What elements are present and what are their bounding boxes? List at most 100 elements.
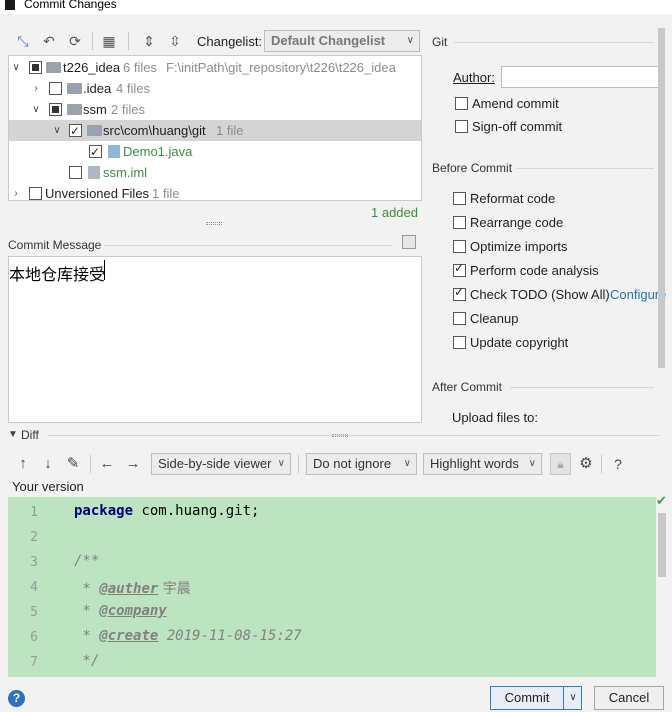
- rearrange-code-checkbox[interactable]: [453, 216, 466, 229]
- undo-icon[interactable]: ↶: [40, 32, 58, 50]
- prev-diff-icon[interactable]: ↑: [14, 455, 32, 473]
- checkbox[interactable]: [49, 103, 62, 116]
- tree-row[interactable]: ∨ ssm 2 files: [9, 99, 421, 120]
- next-diff-icon[interactable]: ↓: [39, 455, 57, 473]
- checkbox[interactable]: [89, 142, 102, 163]
- checkbox[interactable]: [29, 187, 42, 200]
- tree-row[interactable]: ∨ t226_idea 6 files F:\initPath\git_repo…: [9, 57, 421, 78]
- expand-all-icon[interactable]: ⇕: [140, 32, 158, 50]
- toolbar-separator: [92, 32, 93, 50]
- code-analysis-checkbox[interactable]: [453, 261, 466, 277]
- editor-scrollbar[interactable]: [658, 513, 666, 577]
- divider: [104, 245, 392, 246]
- code-line: * @create 2019-11-08-15:27: [74, 628, 302, 644]
- forward-arrow-icon[interactable]: →: [124, 455, 142, 473]
- checkbox[interactable]: [29, 61, 42, 74]
- code-line: package com.huang.git;: [74, 503, 259, 519]
- group-icon[interactable]: ▦: [100, 32, 118, 50]
- back-arrow-icon[interactable]: ←: [98, 455, 116, 473]
- chevron-right-icon[interactable]: ›: [11, 183, 21, 204]
- optimize-imports-label: Optimize imports: [470, 239, 568, 254]
- code-text: com.huang.git;: [133, 503, 260, 519]
- changelist-select[interactable]: Default Changelist ∨: [264, 30, 420, 52]
- author-label: Author:: [453, 70, 495, 85]
- help-icon[interactable]: ?: [609, 455, 627, 473]
- changes-tree[interactable]: ∨ t226_idea 6 files F:\initPath\git_repo…: [8, 55, 422, 201]
- expand-icon[interactable]: ⤡: [14, 32, 32, 50]
- message-history-icon[interactable]: [402, 235, 416, 249]
- diff-section-title: Diff: [21, 428, 39, 442]
- check-todo-label: Check TODO (Show All): [470, 287, 610, 302]
- update-copyright-checkbox[interactable]: [453, 336, 466, 349]
- author-input[interactable]: [501, 66, 663, 88]
- git-section-title: Git: [432, 35, 448, 49]
- chevron-down-icon: ∨: [277, 458, 285, 469]
- tree-item-label: t226_idea: [63, 60, 121, 75]
- text-caret: [104, 260, 105, 280]
- check-todo-checkbox[interactable]: [453, 285, 466, 301]
- cleanup-checkbox[interactable]: [453, 312, 466, 325]
- diff-editor[interactable]: ✔ 1 package com.huang.git; 2 3 /** 4 * @…: [8, 493, 667, 677]
- line-number: 1: [30, 505, 38, 520]
- chevron-down-icon: ∨: [528, 458, 536, 469]
- highlight-select[interactable]: Highlight words ∨: [423, 453, 542, 475]
- edit-icon[interactable]: ✎: [64, 455, 82, 473]
- collapse-all-icon[interactable]: ⇳: [166, 32, 184, 50]
- checkbox[interactable]: [69, 121, 82, 142]
- whitespace-select[interactable]: Do not ignore ∨: [306, 453, 417, 475]
- comment: 2019-11-08-15:27: [158, 628, 302, 644]
- toolbar-separator: [601, 455, 602, 473]
- checkbox[interactable]: [69, 166, 82, 179]
- cleanup-label: Cleanup: [470, 311, 519, 326]
- comment: *: [74, 628, 100, 644]
- code-analysis-label: Perform code analysis: [470, 263, 599, 278]
- file-path: F:\initPath\git_repository\t226\t226_ide…: [166, 60, 396, 75]
- splitter-handle[interactable]: [332, 434, 348, 437]
- chevron-down-icon[interactable]: ∨: [52, 120, 62, 141]
- reformat-code-label: Reformat code: [470, 191, 556, 206]
- chevron-down-icon[interactable]: ∨: [565, 687, 581, 709]
- tree-item-label: ssm: [83, 102, 107, 117]
- added-status: 1 added: [371, 205, 418, 220]
- commit-button[interactable]: Commit ∨: [490, 686, 582, 710]
- changelist-label: Changelist:: [197, 34, 263, 49]
- checkbox[interactable]: [49, 82, 62, 95]
- divider: [48, 435, 660, 436]
- reformat-code-checkbox[interactable]: [453, 192, 466, 205]
- amend-commit-checkbox[interactable]: [455, 97, 468, 110]
- tree-item-label: Unversioned Files: [45, 186, 150, 201]
- tree-row[interactable]: › .idea 4 files: [9, 78, 421, 99]
- lock-icon[interactable]: 🔒︎: [550, 453, 571, 475]
- before-commit-title: Before Commit: [432, 161, 513, 175]
- folder-icon: [67, 83, 82, 94]
- chevron-right-icon[interactable]: ›: [31, 78, 41, 99]
- commit-message-text: 本地仓库接受: [9, 265, 106, 284]
- tree-row[interactable]: ∨ src\com\huang\git 1 file: [9, 120, 421, 142]
- chevron-down-icon[interactable]: ∨: [31, 99, 41, 120]
- collapse-icon[interactable]: ▼: [8, 429, 18, 440]
- toolbar-separator: [128, 32, 129, 50]
- file-count: 1 file: [152, 186, 180, 201]
- chevron-down-icon[interactable]: ∨: [11, 57, 21, 78]
- gear-icon[interactable]: ⚙: [577, 455, 595, 473]
- folder-icon: [46, 62, 61, 73]
- signoff-commit-checkbox[interactable]: [455, 120, 468, 133]
- commit-message-label: Commit Message: [8, 238, 102, 252]
- divider: [516, 168, 654, 169]
- tree-row[interactable]: Demo1.java: [9, 141, 421, 163]
- optimize-imports-checkbox[interactable]: [453, 240, 466, 253]
- viewer-mode-select[interactable]: Side-by-side viewer ∨: [151, 453, 291, 475]
- your-version-label: Your version: [12, 479, 84, 494]
- splitter-handle[interactable]: [206, 222, 222, 225]
- tree-row[interactable]: ssm.iml: [9, 162, 421, 183]
- comment: *: [74, 581, 100, 597]
- refresh-icon[interactable]: ⟳: [66, 32, 84, 50]
- right-panel-scrollbar[interactable]: [658, 28, 665, 368]
- tree-item-label: ssm.iml: [103, 165, 148, 180]
- help-icon[interactable]: ?: [8, 690, 25, 707]
- tree-item-label: Demo1.java: [123, 144, 193, 159]
- cancel-button[interactable]: Cancel: [594, 686, 664, 710]
- code-line: /**: [74, 553, 100, 569]
- chevron-down-icon: ∨: [406, 35, 414, 46]
- tree-row[interactable]: › Unversioned Files 1 file: [9, 183, 421, 204]
